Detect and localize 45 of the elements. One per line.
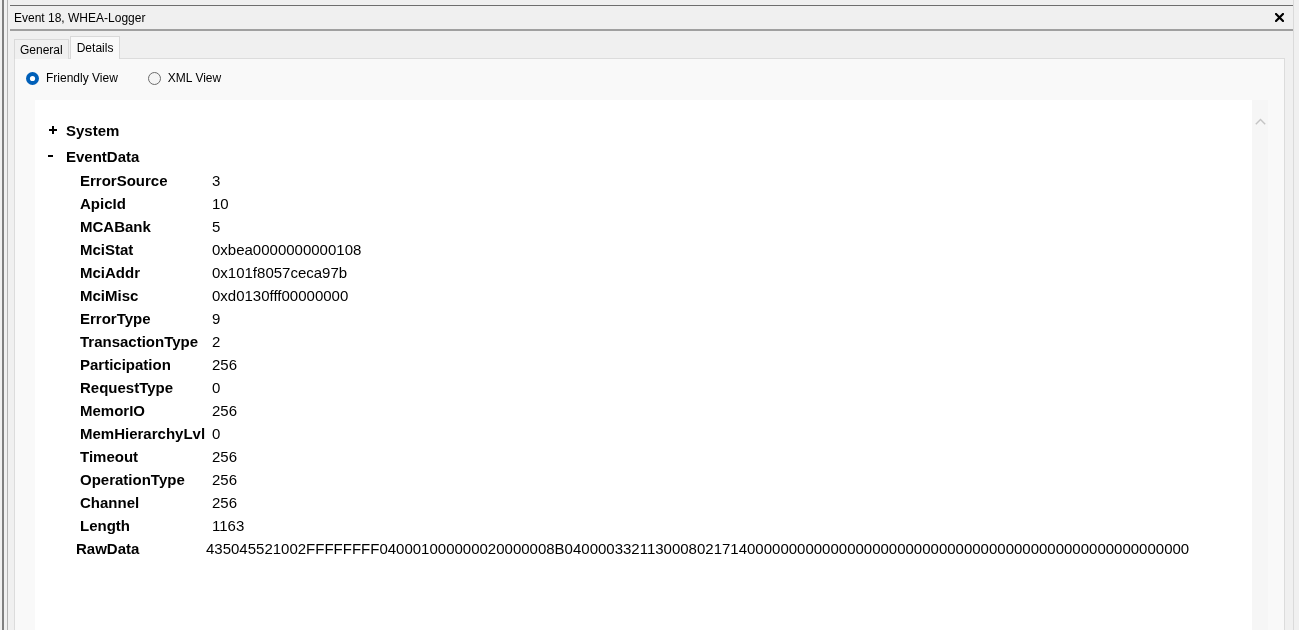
raw-data-value: 435045521002FFFFFFFF040001000000020000008B040000332113000802171400000000000000000000000000000000000000000000000000000 [206, 540, 1190, 557]
field-value: 256 [212, 356, 238, 373]
field-value: 5 [212, 218, 221, 235]
field-value: 3 [212, 172, 221, 189]
field-name: OperationType [80, 471, 186, 488]
field-value: 0xbea0000000000108 [212, 241, 362, 258]
field-name: Participation [80, 356, 172, 373]
field-value: 256 [212, 448, 238, 465]
field-name: Length [80, 517, 131, 534]
field-name: MciMisc [80, 287, 140, 304]
radio-icon[interactable] [147, 71, 161, 85]
field-name: Timeout [80, 448, 140, 465]
field-value: 0xd0130fff00000000 [212, 287, 349, 304]
field-name: MemHierarchyLvl [80, 425, 207, 442]
field-name: MCABank [80, 218, 152, 235]
view-option-radio[interactable]: Friendly View [26, 71, 118, 85]
field-value: 2 [212, 333, 221, 350]
tab[interactable]: General [14, 39, 69, 59]
view-option-radio[interactable]: XML View [147, 71, 222, 85]
field-name: MemorIO [80, 402, 146, 419]
plus-icon[interactable] [49, 126, 57, 134]
field-value: 0 [212, 425, 221, 442]
field-value: 256 [212, 494, 238, 511]
radio-icon[interactable] [26, 71, 39, 85]
field-name: ErrorType [80, 310, 152, 327]
field-value: 9 [212, 310, 221, 327]
field-value: 10 [212, 195, 229, 212]
field-value: 0 [212, 379, 221, 396]
field-name: ErrorSource [80, 172, 169, 189]
field-value: 1163 [212, 517, 245, 534]
close-icon[interactable] [1275, 13, 1284, 22]
field-name: RawData [76, 540, 141, 557]
field-name: ApicId [80, 195, 127, 212]
field-name: MciAddr [80, 264, 141, 281]
field-name: RequestType [80, 379, 175, 396]
field-value: 0x101f8057ceca97b [212, 264, 348, 281]
tree-node-label[interactable]: EventData [66, 147, 140, 165]
field-name: TransactionType [80, 333, 200, 350]
field-value: 256 [212, 402, 238, 419]
window-title: Event 18, WHEA-Logger [14, 10, 147, 25]
tree-node-label[interactable]: System [66, 121, 120, 139]
field-name: Channel [80, 494, 141, 511]
field-name: MciStat [80, 241, 135, 258]
tab[interactable]: Details [69, 36, 121, 59]
field-value: 256 [212, 471, 238, 488]
